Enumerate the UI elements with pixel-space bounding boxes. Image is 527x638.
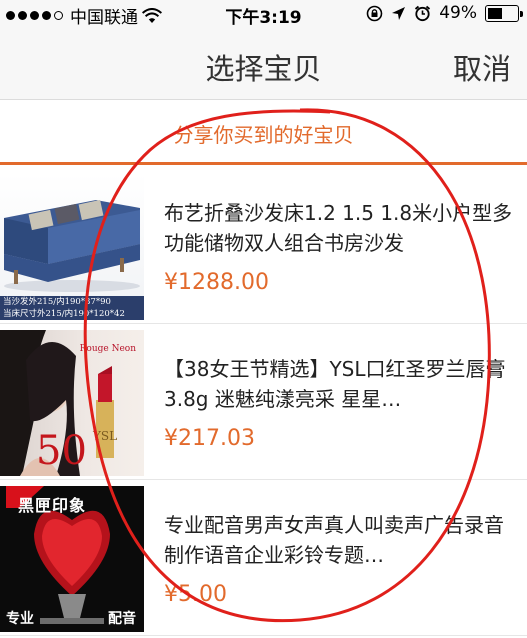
product-price: ¥217.03 xyxy=(164,426,255,451)
product-price: ¥1288.00 xyxy=(164,270,269,295)
sofa-bed-image: 当沙发外215/内190*87*90 当床尺寸外215/内190*120*42 xyxy=(0,174,144,320)
battery-icon xyxy=(485,4,523,22)
voiceover-image-title: 黑匣印象 xyxy=(18,496,87,515)
share-header: 分享你买到的好宝贝 xyxy=(0,101,527,165)
sofa-illustration xyxy=(4,199,140,292)
product-item-lipstick[interactable]: YSL Rouge Neon 50 【38女王节精选】YSL口红圣罗兰唇膏3.8… xyxy=(0,324,527,480)
battery-percent: 49% xyxy=(439,3,477,23)
share-header-text: 分享你买到的好宝贝 xyxy=(173,123,354,147)
sofa-caption-line-1: 当沙发外215/内190*87*90 xyxy=(3,297,111,307)
location-arrow-icon xyxy=(392,6,406,20)
sofa-caption-line-2: 当床尺寸外215/内190*120*42 xyxy=(3,309,125,319)
svg-text:YSL: YSL xyxy=(92,429,117,443)
lipstick-shade-number: 50 xyxy=(36,428,87,474)
product-title: 专业配音男声女声真人叫卖声广告录音制作语音企业彩铃专题… xyxy=(164,513,504,567)
battery-level xyxy=(488,7,502,19)
status-bar: 中国联通 下午3:19 49% xyxy=(0,0,527,28)
rotation-lock-icon xyxy=(366,5,383,21)
product-item-voiceover[interactable]: 黑匣印象 专业 配音 专业配音男声女声真人叫卖声广告录音制作语音企业彩铃专题… … xyxy=(0,480,527,636)
product-title: 【38女王节精选】YSL口红圣罗兰唇膏3.8g 迷魅纯漾亮采 星星… xyxy=(164,357,506,411)
page-title: 选择宝贝 xyxy=(205,52,322,86)
status-right: 49% xyxy=(366,3,523,23)
alarm-icon xyxy=(415,5,431,21)
voiceover-image-left-text: 专业 xyxy=(6,611,34,627)
product-price: ¥5.00 xyxy=(164,582,227,607)
nav-bar: 选择宝贝 取消 xyxy=(0,28,527,100)
voiceover-image: 黑匣印象 专业 配音 xyxy=(0,486,144,632)
voiceover-image-right-text: 配音 xyxy=(108,611,136,627)
sofa-image-caption: 当沙发外215/内190*87*90 当床尺寸外215/内190*120*42 xyxy=(0,296,144,320)
product-item-sofa-bed[interactable]: 当沙发外215/内190*87*90 当床尺寸外215/内190*120*42 … xyxy=(0,168,527,324)
cancel-button[interactable]: 取消 xyxy=(453,46,511,88)
lipstick-image: YSL Rouge Neon 50 xyxy=(0,330,144,476)
product-title: 布艺折叠沙发床1.2 1.5 1.8米小户型多功能储物双人组合书房沙发 xyxy=(164,201,513,255)
lipstick-brand-text: Rouge Neon xyxy=(79,344,136,354)
product-list: 当沙发外215/内190*87*90 当床尺寸外215/内190*120*42 … xyxy=(0,168,527,636)
